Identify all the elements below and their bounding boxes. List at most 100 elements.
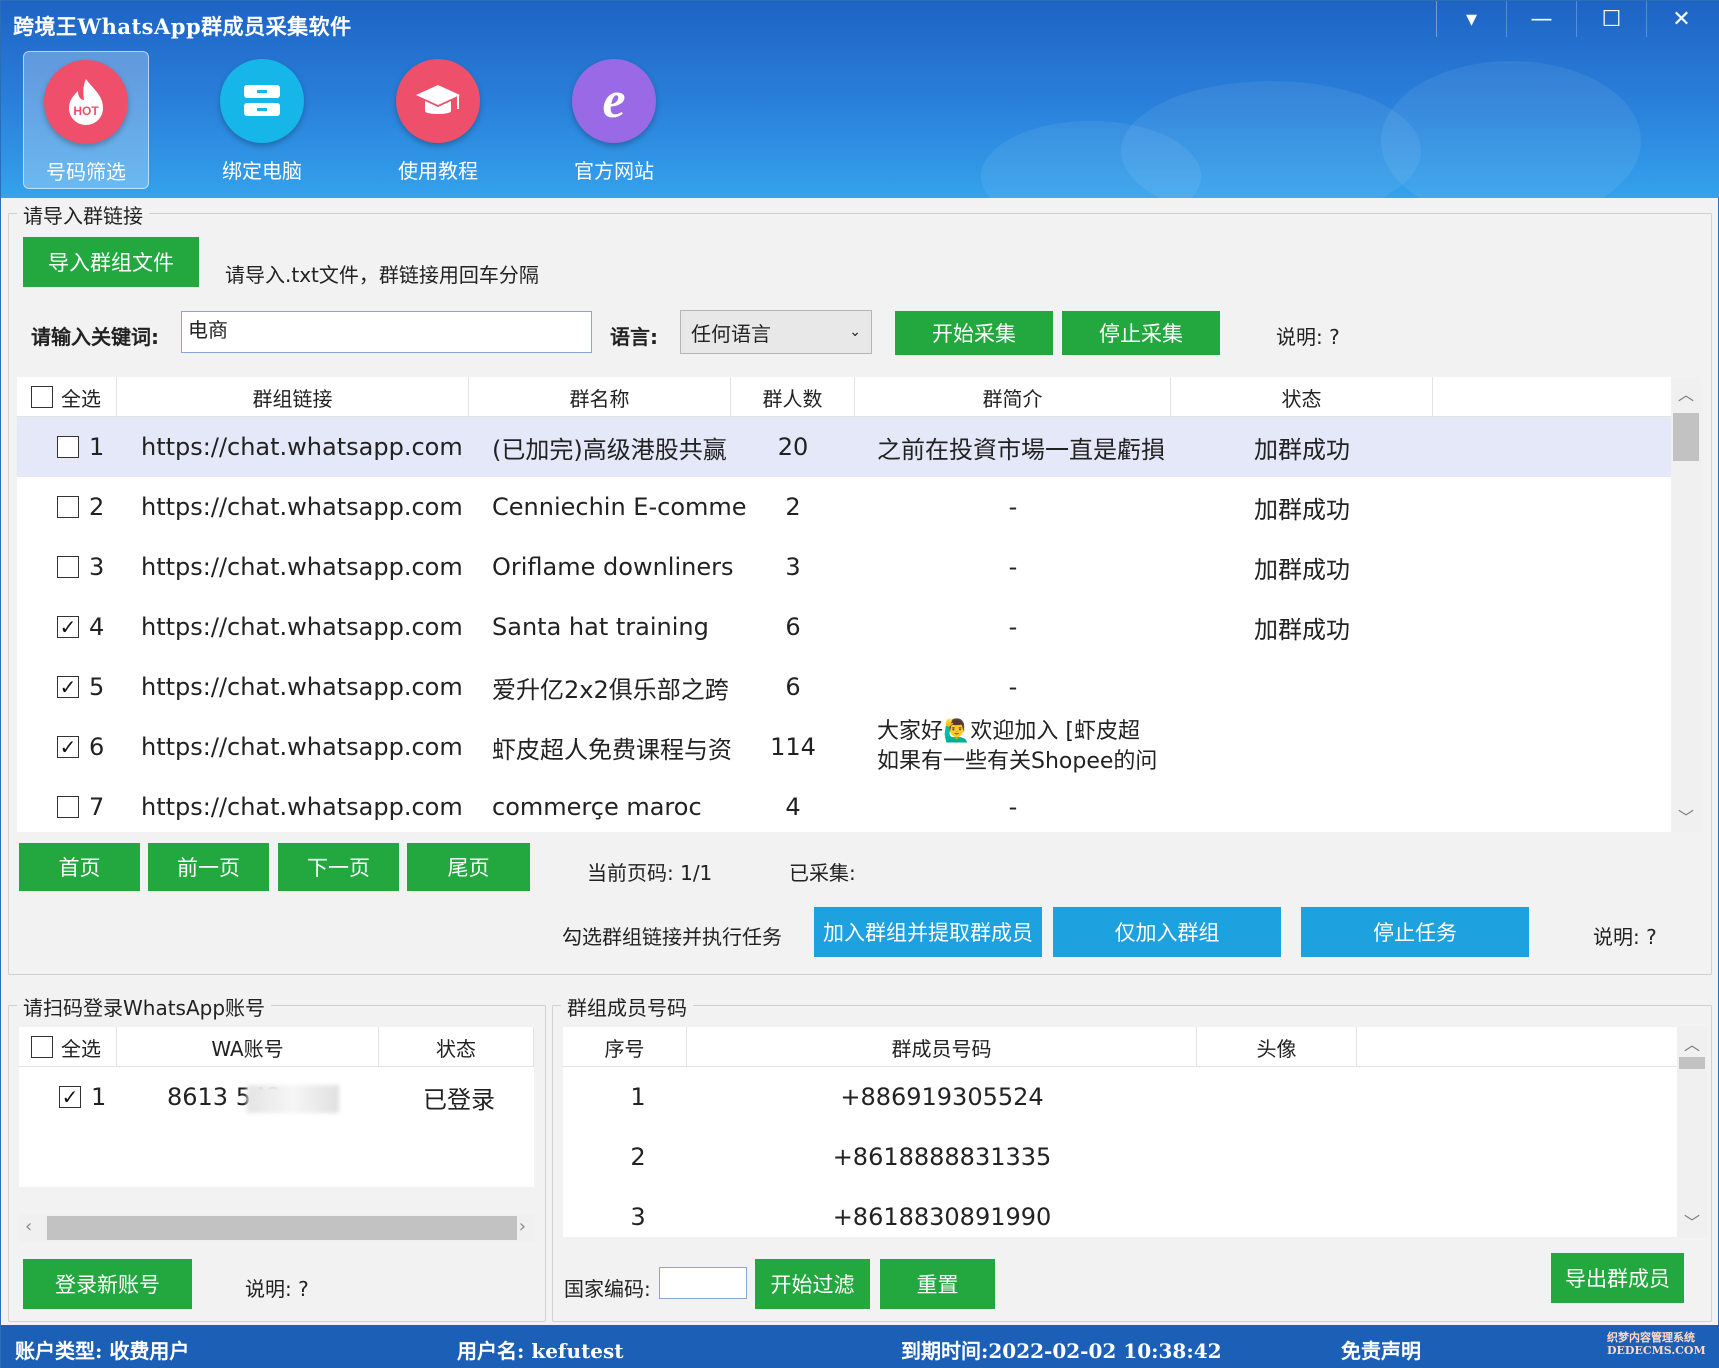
start-collect-button[interactable]: 开始采集 — [895, 311, 1053, 355]
hot-flame-icon: HOT — [44, 60, 128, 144]
maximize-icon[interactable]: ☐ — [1576, 1, 1646, 37]
row-checkbox[interactable]: ✓ — [57, 676, 79, 698]
scroll-thumb[interactable] — [1679, 1057, 1705, 1069]
row-checkbox[interactable] — [57, 796, 79, 818]
account-note[interactable]: 说明: ? — [245, 1273, 309, 1302]
group-table-scrollbar[interactable]: ︿ ﹀ — [1671, 377, 1701, 832]
row-checkbox[interactable] — [57, 436, 79, 458]
col-account-status[interactable]: 状态 — [379, 1027, 534, 1067]
row-link[interactable]: https://chat.whatsapp.com/I — [141, 537, 463, 597]
row-no-cell: 7 — [57, 777, 127, 832]
table-row[interactable]: ✓ 4 https://chat.whatsapp.com/I Santa hat t… — [17, 597, 1671, 657]
first-page-button[interactable]: 首页 — [19, 843, 140, 891]
col-member-phone[interactable]: 群成员号码 — [687, 1027, 1197, 1067]
row-checkbox[interactable]: ✓ — [57, 736, 79, 758]
col-count[interactable]: 群人数 — [731, 377, 855, 417]
disclaimer-link[interactable]: 免责声明 — [1341, 1335, 1421, 1364]
table-row[interactable]: 3 https://chat.whatsapp.com/I Oriflame dow… — [17, 537, 1671, 597]
nav-tutorial[interactable]: 使用教程 — [375, 51, 501, 189]
export-members-button[interactable]: 导出群成员 — [1551, 1253, 1684, 1303]
nav-official-site[interactable]: e 官方网站 — [551, 51, 677, 189]
row-no: 5 — [89, 673, 105, 701]
task-note[interactable]: 说明: ? — [1593, 921, 1657, 950]
table-row[interactable]: ✓ 5 https://chat.whatsapp.com/I 爱升亿2x2俱乐部之跨… — [17, 657, 1671, 717]
row-link[interactable]: https://chat.whatsapp.com/I — [141, 717, 463, 777]
scroll-up-icon[interactable]: ︿ — [1677, 1031, 1707, 1055]
row-intro: - — [1008, 553, 1018, 581]
reset-button[interactable]: 重置 — [880, 1259, 995, 1309]
stop-task-button[interactable]: 停止任务 — [1301, 907, 1529, 957]
table-row[interactable]: 1 https://chat.whatsapp.com/I (已加完)高级港股共赢 2… — [17, 417, 1671, 477]
row-no-cell: 3 — [57, 537, 127, 597]
row-link[interactable]: https://chat.whatsapp.com/I — [141, 417, 463, 477]
row-checkbox[interactable] — [57, 556, 79, 578]
scroll-down-icon[interactable]: ﹀ — [1671, 804, 1701, 828]
row-status: 加群成功 — [1254, 615, 1350, 644]
nav-number-filter[interactable]: HOT 号码筛选 — [23, 51, 149, 189]
import-group-title: 请导入群链接 — [17, 200, 149, 229]
table-row[interactable]: 7 https://chat.whatsapp.com/(commerçe mar… — [17, 777, 1671, 832]
select-all[interactable]: 全选 — [17, 377, 117, 417]
table-row[interactable]: ✓ 6 https://chat.whatsapp.com/I 虾皮超人免费课程与资 1… — [17, 717, 1671, 777]
row-link[interactable]: https://chat.whatsapp.com/( — [141, 777, 463, 832]
last-page-button[interactable]: 尾页 — [407, 843, 530, 891]
scroll-up-icon[interactable]: ︿ — [1671, 381, 1701, 405]
prev-page-button[interactable]: 前一页 — [148, 843, 269, 891]
keyword-input[interactable]: 电商 — [181, 311, 592, 353]
stop-collect-button[interactable]: 停止采集 — [1062, 311, 1220, 355]
select-all-checkbox[interactable] — [31, 386, 53, 408]
col-member-no[interactable]: 序号 — [563, 1027, 687, 1067]
account-row[interactable]: ✓ 1 8613 543 已登录 — [19, 1067, 534, 1127]
list-item[interactable]: 2 +8618888831335 — [563, 1127, 1677, 1187]
login-new-account-button[interactable]: 登录新账号 — [23, 1259, 192, 1309]
start-filter-button[interactable]: 开始过滤 — [755, 1259, 870, 1309]
row-no-cell: 1 — [57, 417, 127, 477]
row-intro: 之前在投資市場一直是虧損 — [877, 435, 1165, 464]
import-file-button[interactable]: 导入群组文件 — [23, 237, 199, 287]
row-no: 3 — [89, 553, 105, 581]
list-item[interactable]: 1 +886919305524 — [563, 1067, 1677, 1127]
row-link[interactable]: https://chat.whatsapp.com/( — [141, 477, 463, 537]
join-extract-button[interactable]: 加入群组并提取群成员 — [814, 907, 1042, 957]
app-window: 跨境王WhatsApp群成员采集软件 ▾ — ☐ ✕ HOT 号码筛选 绑定电脑 — [0, 0, 1719, 1368]
ie-browser-icon: e — [572, 59, 656, 143]
col-member-avatar[interactable]: 头像 — [1197, 1027, 1357, 1067]
table-row[interactable]: 2 https://chat.whatsapp.com/(Cenniechin E… — [17, 477, 1671, 537]
col-status[interactable]: 状态 — [1171, 377, 1433, 417]
minimize-icon[interactable]: — — [1506, 1, 1576, 37]
col-name[interactable]: 群名称 — [469, 377, 731, 417]
dropdown-menu-icon[interactable]: ▾ — [1436, 1, 1506, 37]
account-select-all[interactable]: 全选 — [19, 1027, 117, 1067]
col-wa-account[interactable]: WA账号 — [117, 1027, 379, 1067]
row-no-cell: ✓ 5 — [57, 657, 127, 717]
member-group-title: 群组成员号码 — [561, 992, 693, 1021]
col-intro[interactable]: 群简介 — [855, 377, 1171, 417]
row-link[interactable]: https://chat.whatsapp.com/I — [141, 597, 463, 657]
account-hscroll[interactable]: ‹ › — [19, 1214, 534, 1242]
row-link[interactable]: https://chat.whatsapp.com/I — [141, 657, 463, 717]
scroll-down-icon[interactable]: ﹀ — [1677, 1209, 1707, 1233]
nav-bind-computer[interactable]: 绑定电脑 — [199, 51, 325, 189]
scroll-thumb[interactable] — [1673, 413, 1699, 461]
col-link[interactable]: 群组链接 — [117, 377, 469, 417]
account-select-all-checkbox[interactable] — [31, 1036, 53, 1058]
row-status: 加群成功 — [1254, 555, 1350, 584]
group-table: 全选 群组链接 群名称 群人数 群简介 状态 1 https://chat.wha… — [17, 377, 1671, 832]
row-checkbox[interactable]: ✓ — [57, 616, 79, 638]
scroll-left-icon[interactable]: ‹ — [25, 1216, 32, 1237]
account-row-checkbox[interactable]: ✓ — [59, 1086, 81, 1108]
list-item[interactable]: 3 +8618830891990 — [563, 1187, 1677, 1237]
member-table-scrollbar[interactable]: ︿ ﹀ — [1677, 1027, 1707, 1237]
row-checkbox[interactable] — [57, 496, 79, 518]
country-code-label: 国家编码: — [564, 1277, 651, 1301]
row-count: 6 — [785, 613, 801, 641]
language-select[interactable]: 任何语言 ⌄ — [680, 310, 872, 354]
hscroll-thumb[interactable] — [47, 1216, 517, 1240]
close-icon[interactable]: ✕ — [1646, 1, 1716, 37]
expire-time: 到期时间:2022-02-02 10:38:42 — [901, 1339, 1222, 1363]
country-code-input[interactable] — [659, 1267, 747, 1299]
scroll-right-icon[interactable]: › — [519, 1216, 526, 1237]
import-note[interactable]: 说明: ? — [1276, 321, 1340, 350]
join-only-button[interactable]: 仅加入群组 — [1053, 907, 1281, 957]
next-page-button[interactable]: 下一页 — [278, 843, 399, 891]
